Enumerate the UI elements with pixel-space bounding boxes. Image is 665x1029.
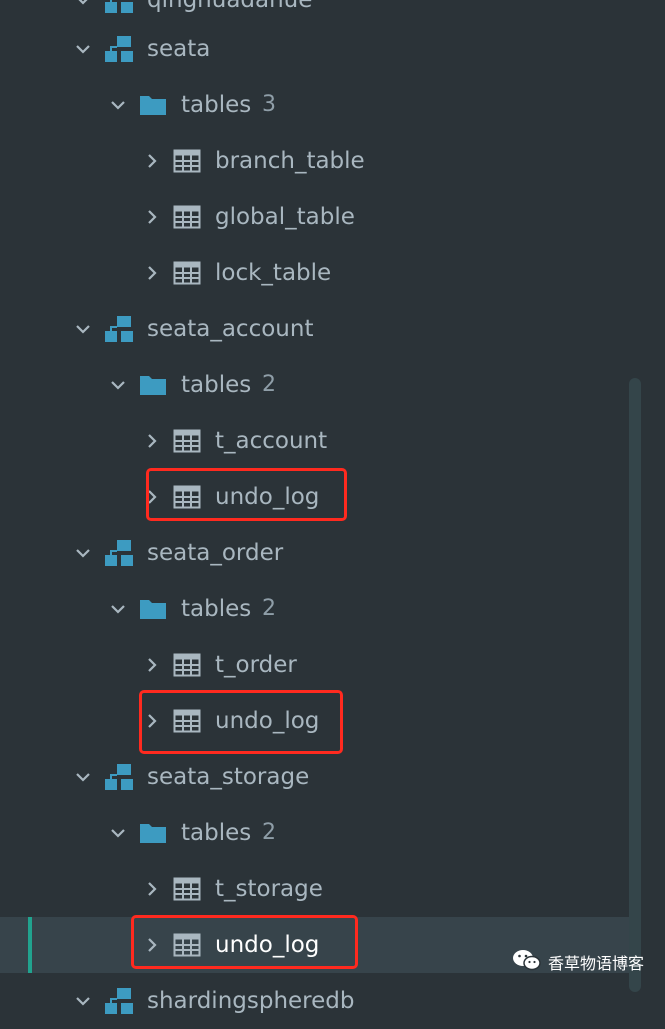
- chevron-right-icon[interactable]: [143, 208, 161, 226]
- tree-row-folder-tables[interactable]: tables 2: [0, 805, 640, 861]
- schema-icon: [104, 539, 134, 571]
- vertical-scrollbar[interactable]: [629, 378, 641, 992]
- schema-icon: [104, 315, 134, 347]
- table-count: 2: [262, 820, 276, 845]
- folder-label: tables: [181, 596, 252, 622]
- tree-row-folder-tables[interactable]: tables 3: [0, 77, 640, 133]
- folder-icon: [139, 93, 167, 121]
- table-label: t_storage: [215, 876, 323, 902]
- table-label: branch_table: [215, 148, 365, 174]
- tree-row-schema-seata-account[interactable]: seata_account: [0, 301, 640, 357]
- folder-icon: [139, 597, 167, 625]
- tree-row-table[interactable]: t_order: [0, 637, 640, 693]
- chevron-down-icon[interactable]: [109, 600, 127, 618]
- schema-label: seata_account: [147, 316, 314, 342]
- table-icon: [173, 149, 201, 177]
- table-label: global_table: [215, 204, 355, 230]
- tree-row-folder-tables[interactable]: tables 2: [0, 581, 640, 637]
- chevron-down-icon[interactable]: [109, 376, 127, 394]
- chevron-right-icon[interactable]: [143, 880, 161, 898]
- tree-row-table[interactable]: global_table: [0, 189, 640, 245]
- table-count: 2: [262, 596, 276, 621]
- tree-row-folder-tables[interactable]: tables 2: [0, 357, 640, 413]
- tree-row-table[interactable]: t_account: [0, 413, 640, 469]
- schema-icon: [104, 35, 134, 67]
- schema-label: seata: [147, 36, 211, 62]
- schema-label: seata_storage: [147, 764, 310, 790]
- watermark: 香草物语博客: [512, 947, 644, 977]
- table-label: t_order: [215, 652, 297, 678]
- chevron-right-icon[interactable]: [143, 152, 161, 170]
- folder-label: tables: [181, 372, 252, 398]
- schema-label: shardingspheredb: [147, 988, 355, 1014]
- chevron-right-icon[interactable]: [143, 264, 161, 282]
- tree-row-schema-seata[interactable]: seata: [0, 21, 640, 77]
- wechat-icon: [512, 948, 542, 976]
- highlight-box-undo-log: [131, 915, 358, 969]
- table-count: 3: [262, 92, 276, 117]
- table-label: t_account: [215, 428, 328, 454]
- chevron-down-icon[interactable]: [74, 320, 92, 338]
- highlight-box-undo-log: [139, 690, 343, 754]
- tree-row-table[interactable]: t_storage: [0, 861, 640, 917]
- schema-icon: [104, 763, 134, 795]
- chevron-down-icon[interactable]: [109, 824, 127, 842]
- schema-label: seata_order: [147, 540, 284, 566]
- table-icon: [173, 205, 201, 233]
- tree-row-table[interactable]: lock_table: [0, 245, 640, 301]
- chevron-down-icon[interactable]: [74, 768, 92, 786]
- table-icon: [173, 653, 201, 681]
- highlight-box-undo-log: [146, 468, 347, 521]
- chevron-right-icon[interactable]: [143, 432, 161, 450]
- chevron-down-icon[interactable]: [74, 40, 92, 58]
- table-count: 2: [262, 372, 276, 397]
- table-label: lock_table: [215, 260, 332, 286]
- database-tree: qingnuadanue seata tables 3 branch_table…: [0, 0, 665, 1014]
- tree-row-table[interactable]: branch_table: [0, 133, 640, 189]
- folder-label: tables: [181, 820, 252, 846]
- chevron-down-icon[interactable]: [74, 992, 92, 1010]
- tree-row-schema-partial-bottom[interactable]: shardingspheredb: [0, 973, 640, 1029]
- watermark-text: 香草物语博客: [548, 954, 645, 973]
- folder-icon: [139, 373, 167, 401]
- table-icon: [173, 261, 201, 289]
- table-icon: [173, 429, 201, 457]
- selection-indicator: [28, 917, 32, 973]
- table-icon: [173, 877, 201, 905]
- tree-row-schema-seata-storage[interactable]: seata_storage: [0, 749, 640, 805]
- chevron-right-icon[interactable]: [143, 656, 161, 674]
- schema-icon: [104, 0, 134, 18]
- chevron-down-icon[interactable]: [109, 96, 127, 114]
- chevron-down-icon[interactable]: [74, 0, 92, 9]
- folder-icon: [139, 821, 167, 849]
- folder-label: tables: [181, 92, 252, 118]
- tree-row-schema-seata-order[interactable]: seata_order: [0, 525, 640, 581]
- chevron-down-icon[interactable]: [74, 544, 92, 562]
